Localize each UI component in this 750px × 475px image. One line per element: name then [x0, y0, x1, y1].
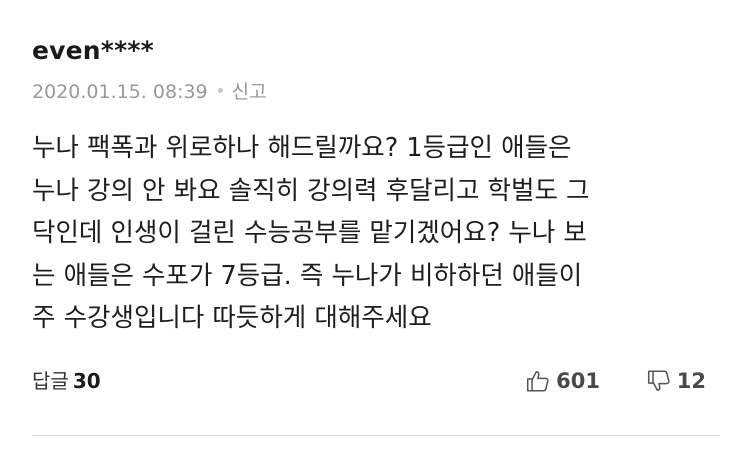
comment-line: 누나 강의 안 봐요 솔직히 강의력 후달리고 학벌도 그	[32, 175, 590, 206]
timestamp: 2020.01.15. 08:39	[32, 81, 208, 103]
dislike-button[interactable]: 12	[646, 366, 706, 396]
comment-line: 닥인데 인생이 걸린 수능공부를 맡기겠어요? 누나 보	[32, 218, 587, 248]
reply-label: 답글	[32, 369, 69, 393]
comment-line: 누나 팩폭과 위로하나 해드릴까요? 1등급인 애들은	[32, 133, 572, 163]
comment-meta: 2020.01.15. 08:39 신고	[32, 80, 267, 104]
reply-count: 30	[72, 369, 101, 393]
reply-button[interactable]: 답글 30	[32, 366, 101, 396]
separator-dot	[217, 88, 223, 93]
comment-footer: 답글 30 601 12	[32, 366, 706, 396]
comment-body: 누나 팩폭과 위로하나 해드릴까요? 1등급인 애들은 누나 강의 안 봐요 솔…	[32, 127, 722, 340]
thumbs-down-icon	[646, 368, 672, 394]
dislike-count: 12	[676, 369, 706, 393]
like-button[interactable]: 601	[525, 366, 600, 396]
thumbs-up-icon	[525, 368, 551, 394]
username[interactable]: even****	[32, 36, 154, 66]
like-count: 601	[556, 369, 600, 393]
comment-card: even**** 2020.01.15. 08:39 신고 누나 팩폭과 위로하나…	[0, 0, 750, 475]
comment-line: 는 애들은 수포가 7등급. 즉 누나가 비하하던 애들이	[32, 260, 583, 291]
report-link[interactable]: 신고	[232, 81, 267, 103]
comment-line: 주 수강생입니다 따듯하게 대해주세요	[32, 303, 432, 333]
divider	[32, 435, 720, 436]
